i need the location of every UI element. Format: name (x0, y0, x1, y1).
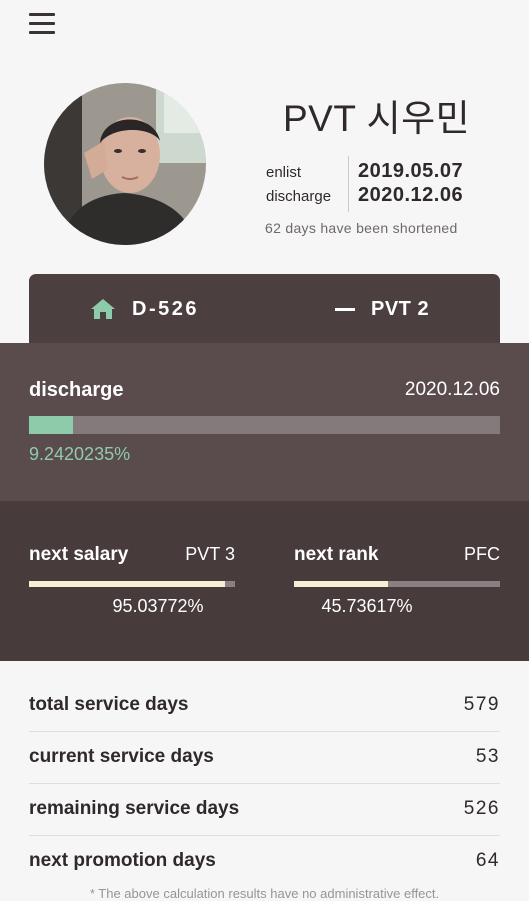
next-salary-progress-fill (29, 581, 225, 587)
next-rank-panel: next rank PFC 45.73617% (294, 501, 500, 661)
next-rank-value: PFC (464, 544, 500, 564)
stat-value: 64 (475, 850, 500, 871)
next-rank-progress-fill (294, 581, 389, 587)
discharge-progress-fill (29, 416, 73, 434)
stat-row-current: current service days 53 (29, 732, 500, 784)
stat-value: 53 (475, 746, 500, 767)
profile-avatar (44, 83, 206, 245)
service-stats-list: total service days 579 current service d… (29, 680, 500, 887)
tab-rank[interactable]: PVT 2 (335, 274, 429, 344)
soldier-name: PVT 시우민 (283, 98, 471, 139)
enlist-date: 2019.05.07 (358, 160, 464, 182)
stat-value: 579 (463, 694, 500, 715)
next-salary-label: next salary (29, 544, 129, 565)
stat-label: total service days (29, 694, 189, 715)
discharge-title: discharge (29, 379, 124, 401)
discharge-progress-bar (29, 416, 500, 434)
rank-label: PVT 2 (371, 297, 430, 320)
next-rank-percent: 45.73617% (321, 596, 413, 616)
service-dates: enlist discharge 2019.05.07 2020.12.06 (266, 156, 486, 212)
house-icon (91, 299, 115, 319)
stat-label: current service days (29, 746, 214, 767)
shortened-notice: 62 days have been shortened (265, 220, 458, 236)
discharge-section-date: 2020.12.06 (404, 379, 500, 400)
tab-dday[interactable]: D-526 (91, 274, 199, 344)
summary-tabbar: D-526 PVT 2 (29, 274, 500, 344)
date-divider (348, 156, 349, 212)
menu-icon[interactable] (29, 12, 55, 36)
stat-row-total: total service days 579 (29, 680, 500, 732)
enlist-label: enlist (266, 164, 302, 181)
next-salary-progress-bar (29, 581, 235, 587)
stat-row-remaining: remaining service days 526 (29, 784, 500, 836)
discharge-date: 2020.12.06 (358, 184, 464, 206)
next-rank-label: next rank (294, 544, 379, 565)
dday-label: D-526 (132, 297, 199, 320)
stat-label: next promotion days (29, 850, 216, 871)
stat-label: remaining service days (29, 798, 240, 819)
next-salary-panel: next salary PVT 3 95.03772% (29, 501, 235, 661)
discharge-percent: 9.2420235% (29, 444, 131, 464)
stat-row-next-promotion: next promotion days 64 (29, 836, 500, 887)
minus-stripe-icon (335, 307, 355, 311)
discharge-label: discharge (266, 188, 332, 205)
next-salary-rank: PVT 3 (185, 544, 235, 564)
discharge-section: discharge 2020.12.06 9.2420235% (0, 343, 529, 501)
disclaimer-footnote: * The above calculation results have no … (89, 886, 440, 901)
stat-value: 526 (463, 798, 500, 819)
next-section: next salary PVT 3 95.03772% next rank PF… (0, 501, 529, 661)
next-salary-percent: 95.03772% (112, 596, 204, 616)
next-rank-progress-bar (294, 581, 500, 587)
